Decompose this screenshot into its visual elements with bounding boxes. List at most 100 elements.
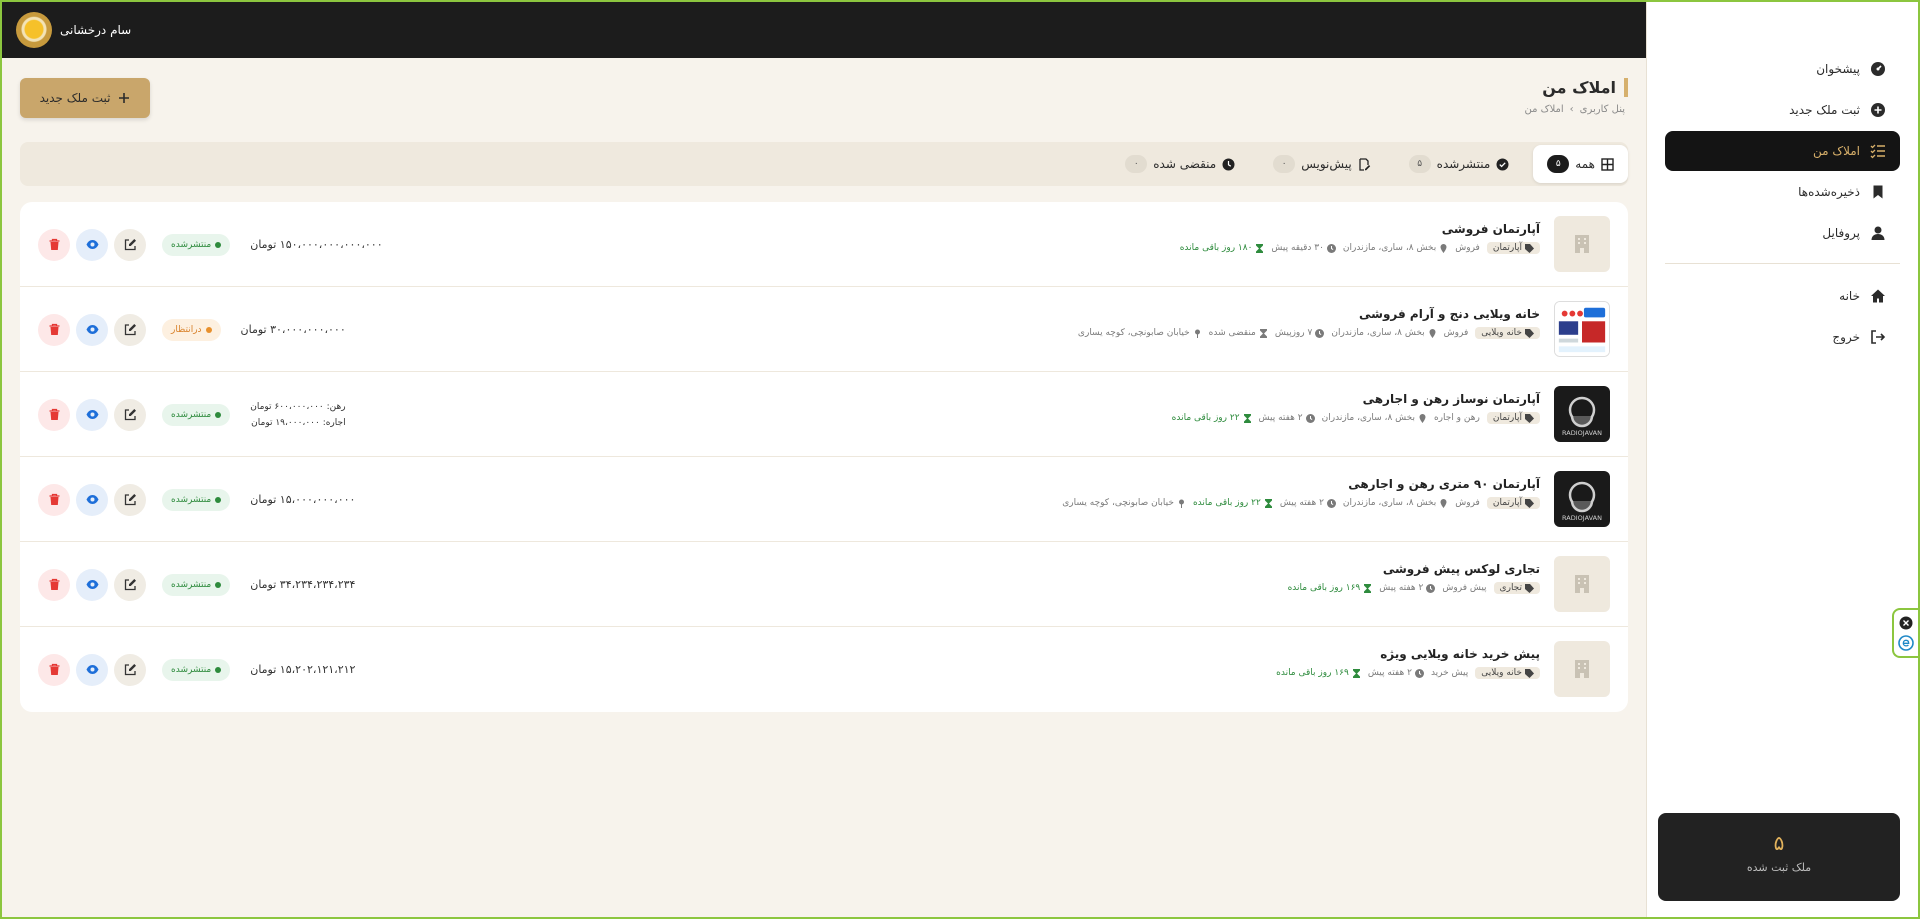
view-button[interactable] bbox=[76, 228, 108, 261]
property-title[interactable]: خانه ویلایی دنج و آرام فروشی bbox=[1078, 307, 1540, 321]
tab-expired[interactable]: منقضی شده ۰ bbox=[1111, 145, 1249, 183]
posted-time-label: ۲ هفته پیش bbox=[1279, 498, 1324, 508]
extension-e-icon[interactable] bbox=[1898, 634, 1914, 651]
edit-button[interactable] bbox=[114, 483, 146, 516]
sidebar-item-dashboard[interactable]: پیشخوان bbox=[1665, 49, 1900, 89]
tag-icon bbox=[1525, 328, 1534, 338]
status-label: منتشرشده bbox=[171, 664, 212, 675]
table-row[interactable]: خانه ویلایی دنج و آرام فروشی خانه ویلایی… bbox=[20, 287, 1628, 372]
delete-button[interactable] bbox=[38, 313, 70, 346]
edit-button[interactable] bbox=[114, 398, 146, 431]
delete-button[interactable] bbox=[38, 398, 70, 431]
sidebar-item-add-property[interactable]: ثبت ملک جدید bbox=[1665, 90, 1900, 130]
status-label: منتشرشده bbox=[171, 494, 212, 505]
sidebar: پیشخوان ثبت ملک جدید املاک من ذخیره‌شده‌… bbox=[1646, 2, 1918, 917]
property-title[interactable]: پیش خرید خانه ویلایی ویژه bbox=[1276, 647, 1540, 661]
property-thumbnail[interactable]: RADIOJAVAN bbox=[1554, 386, 1610, 442]
view-button[interactable] bbox=[76, 313, 108, 346]
posted-time: ۲ هفته پیش bbox=[1379, 583, 1436, 593]
sidebar-item-saved[interactable]: ذخیره‌شده‌ها bbox=[1665, 172, 1900, 212]
floating-widget[interactable] bbox=[1892, 608, 1918, 658]
table-row[interactable]: RADIOJAVAN آپارتمان نوساز رهن و اجارهی آ… bbox=[20, 372, 1628, 457]
sidebar-item-logout[interactable]: خروج bbox=[1665, 317, 1900, 357]
edit-icon bbox=[124, 494, 136, 506]
view-button[interactable] bbox=[76, 568, 108, 601]
close-icon[interactable] bbox=[1899, 616, 1913, 630]
table-row[interactable]: تجاری لوکس پیش فروشی تجاری پیش فروش ۲ هف… bbox=[20, 542, 1628, 627]
location-label: بخش ۸، ساری، مازندران bbox=[1321, 413, 1415, 423]
posted-time: ۲ هفته پیش bbox=[1368, 668, 1424, 678]
remaining-days: ۱۸۰ روز باقی مانده bbox=[1180, 243, 1265, 253]
price: ۳۰،۰۰۰،۰۰۰،۰۰۰ تومان bbox=[240, 323, 346, 336]
property-thumbnail[interactable] bbox=[1554, 301, 1610, 357]
eye-icon bbox=[86, 580, 98, 589]
sidebar-item-home[interactable]: خانه bbox=[1665, 276, 1900, 316]
remaining-label: ۱۶۹ روز باقی مانده bbox=[1276, 668, 1349, 678]
property-thumbnail[interactable] bbox=[1554, 641, 1610, 697]
breadcrumb-item-panel[interactable]: پنل کاربری bbox=[1580, 104, 1625, 115]
view-button[interactable] bbox=[76, 483, 108, 516]
table-row[interactable]: آپارتمان فروشی آپارتمان فروش بخش ۸، ساری… bbox=[20, 202, 1628, 287]
sidebar-item-label: خانه bbox=[1839, 289, 1860, 303]
property-title[interactable]: آپارتمان ۹۰ متری رهن و اجارهی bbox=[1062, 477, 1540, 491]
property-info: تجاری لوکس پیش فروشی تجاری پیش فروش ۲ هف… bbox=[1288, 562, 1540, 594]
edit-button[interactable] bbox=[114, 568, 146, 601]
location-pin-icon bbox=[1440, 243, 1447, 253]
sidebar-divider bbox=[1665, 263, 1900, 264]
add-property-button[interactable]: ثبت ملک جدید bbox=[20, 78, 150, 118]
property-info: آپارتمان ۹۰ متری رهن و اجارهی آپارتمان ف… bbox=[1062, 477, 1540, 509]
remaining-label: ۱۸۰ روز باقی مانده bbox=[1179, 243, 1253, 253]
view-button[interactable] bbox=[76, 398, 108, 431]
user-menu[interactable]: سام درخشانی bbox=[16, 12, 131, 48]
status-dot bbox=[215, 666, 222, 673]
sidebar-item-profile[interactable]: پروفایل bbox=[1665, 213, 1900, 253]
main-content: املاک من پنل کاربری › املاک من ثبت ملک جدی… bbox=[20, 58, 1628, 918]
row-actions: منتشرشده ۱۵،۰۰۰،۰۰۰،۰۰۰ تومان bbox=[38, 457, 355, 542]
property-title[interactable]: تجاری لوکس پیش فروشی bbox=[1288, 562, 1540, 576]
clock-icon bbox=[1326, 498, 1336, 508]
status-dot bbox=[205, 326, 212, 333]
delete-button[interactable] bbox=[38, 483, 70, 516]
table-row[interactable]: RADIOJAVAN آپارتمان ۹۰ متری رهن و اجارهی… bbox=[20, 457, 1628, 542]
tab-draft[interactable]: پیش‌نویس ۰ bbox=[1259, 145, 1384, 183]
clock-icon bbox=[1305, 413, 1315, 423]
property-thumbnail[interactable] bbox=[1554, 216, 1610, 272]
tab-published[interactable]: منتشرشده ۵ bbox=[1395, 145, 1524, 183]
row-actions: منتشرشده ۳۴،۲۳۴،۲۳۴،۲۳۴ تومان bbox=[38, 542, 355, 627]
remaining-label: ۲۲ روز باقی مانده bbox=[1171, 413, 1240, 423]
property-title[interactable]: آپارتمان نوساز رهن و اجارهی bbox=[1172, 392, 1540, 406]
remaining-label: ۲۲ روز باقی مانده bbox=[1192, 498, 1261, 508]
property-meta: تجاری پیش فروش ۲ هفته پیش ۱۶۹ روز باقی م… bbox=[1288, 582, 1540, 594]
eye-icon bbox=[86, 410, 98, 419]
tab-label: همه bbox=[1575, 157, 1595, 171]
edit-button[interactable] bbox=[114, 653, 146, 686]
tag-icon bbox=[1525, 413, 1534, 423]
sidebar-item-label: املاک من bbox=[1812, 144, 1860, 158]
sidebar-item-my-properties[interactable]: املاک من bbox=[1665, 131, 1900, 171]
property-title[interactable]: آپارتمان فروشی bbox=[1180, 222, 1540, 236]
radiojavan-logo: RADIOJAVAN bbox=[1562, 396, 1602, 437]
tab-all[interactable]: همه ۵ bbox=[1533, 145, 1628, 183]
price: ۳۴،۲۳۴،۲۳۴،۲۳۴ تومان bbox=[250, 578, 356, 591]
edit-button[interactable] bbox=[114, 228, 146, 261]
edit-button[interactable] bbox=[114, 313, 146, 346]
posted-time-label: ۲ هفته پیش bbox=[1367, 668, 1412, 678]
view-button[interactable] bbox=[76, 653, 108, 686]
building-icon bbox=[1575, 660, 1589, 678]
edit-icon bbox=[124, 579, 136, 591]
hourglass-icon bbox=[1352, 668, 1360, 678]
eye-icon bbox=[86, 240, 98, 249]
clock-icon bbox=[1315, 328, 1325, 338]
table-row[interactable]: پیش خرید خانه ویلایی ویژه خانه ویلایی پی… bbox=[20, 627, 1628, 712]
status-badge: منتشرشده bbox=[162, 233, 231, 256]
property-thumbnail[interactable]: RADIOJAVAN bbox=[1554, 471, 1610, 527]
delete-button[interactable] bbox=[38, 568, 70, 601]
tab-count: ۰ bbox=[1273, 155, 1296, 173]
trash-icon bbox=[49, 663, 59, 675]
property-thumbnail[interactable] bbox=[1554, 556, 1610, 612]
tab-count: ۵ bbox=[1408, 155, 1431, 173]
delete-button[interactable] bbox=[38, 653, 70, 686]
delete-button[interactable] bbox=[38, 228, 70, 261]
properties-count-card: ۵ ملک ثبت شده bbox=[1658, 813, 1900, 901]
type-label: تجاری bbox=[1499, 583, 1522, 593]
